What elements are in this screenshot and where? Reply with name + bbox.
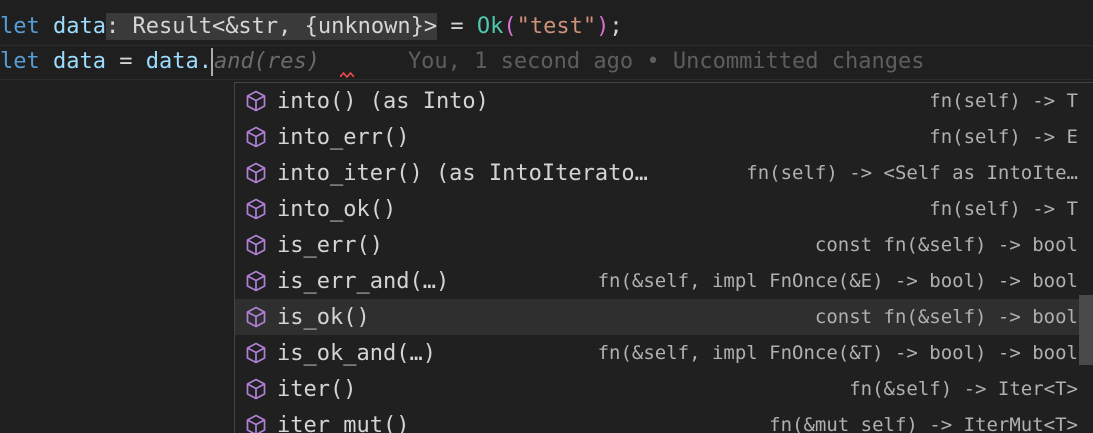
suggestion-signature: fn(self) -> T bbox=[913, 198, 1093, 220]
suggestion-item[interactable]: is_ok_and(…) fn(&self, impl FnOnce(&T) ->… bbox=[235, 335, 1093, 371]
suggestion-signature: fn(self) -> E bbox=[913, 126, 1093, 148]
assign-operator: = bbox=[437, 14, 477, 39]
suggestion-signature: const fn(&self) -> bool bbox=[799, 306, 1093, 328]
code-line-1[interactable]: let data: Result<&str, {unknown}> = Ok("… bbox=[0, 10, 623, 44]
method-cube-icon bbox=[243, 304, 269, 330]
suggestion-item[interactable]: into_ok() fn(self) -> T bbox=[235, 191, 1093, 227]
suggestion-label: is_ok_and(…) bbox=[277, 341, 436, 366]
keyword-let: let bbox=[0, 14, 40, 39]
suggestion-signature: fn(&mut self) -> IterMut<T> bbox=[753, 414, 1093, 433]
ok-constructor: Ok bbox=[477, 14, 504, 39]
method-cube-icon bbox=[243, 232, 269, 258]
assign-operator: = bbox=[106, 49, 146, 74]
method-cube-icon bbox=[243, 376, 269, 402]
suggestion-item[interactable]: into() (as Into) fn(self) -> T bbox=[235, 83, 1093, 119]
suggestion-label: iter() bbox=[277, 377, 356, 402]
suggestion-scrollbar[interactable] bbox=[1079, 295, 1093, 365]
suggestion-label: into_err() bbox=[277, 125, 409, 150]
autocomplete-suggestion-list[interactable]: into() (as Into)fn(self) -> Tinto_err()f… bbox=[234, 82, 1093, 433]
text-cursor bbox=[211, 48, 213, 76]
suggestion-label: into() (as Into) bbox=[277, 89, 489, 114]
suggestion-label: is_err_and(…) bbox=[277, 269, 449, 294]
suggestion-signature: const fn(&self) -> bool bbox=[799, 234, 1093, 256]
semicolon: ; bbox=[609, 14, 622, 39]
suggestion-item[interactable]: is_err_and(…) fn(&self, impl FnOnce(&E) -… bbox=[235, 263, 1093, 299]
suggestion-item[interactable]: into_iter() (as IntoIterato… fn(self) -> … bbox=[235, 155, 1093, 191]
suggestion-item[interactable]: is_ok() const fn(&self) -> bool bbox=[235, 299, 1093, 335]
code-line-2[interactable]: let data = data.and(res) You, 1 second ag… bbox=[0, 45, 925, 79]
suggestion-label: into_ok() bbox=[277, 197, 396, 222]
method-cube-icon bbox=[243, 340, 269, 366]
suggestion-label: iter_mut() bbox=[277, 413, 409, 433]
inline-ghost-suggestion: and(res) bbox=[214, 49, 320, 74]
suggestion-signature: fn(self) -> <Self as IntoIte… bbox=[730, 162, 1093, 184]
suggestion-signature: fn(self) -> T bbox=[913, 90, 1093, 112]
suggestion-item[interactable]: is_err() const fn(&self) -> bool bbox=[235, 227, 1093, 263]
suggestion-signature: fn(&self) -> Iter<T> bbox=[833, 378, 1093, 400]
method-cube-icon bbox=[243, 268, 269, 294]
suggestion-label: is_ok() bbox=[277, 305, 370, 330]
method-cube-icon bbox=[243, 412, 269, 433]
suggestion-item[interactable]: iter_mut() fn(&mut self) -> IterMut<T> bbox=[235, 407, 1093, 433]
member-access-expression: data. bbox=[146, 49, 212, 74]
paren-close: ) bbox=[596, 14, 609, 39]
error-squiggle bbox=[340, 72, 354, 78]
git-blame-annotation: You, 1 second ago • Uncommitted changes bbox=[408, 49, 925, 74]
method-cube-icon bbox=[243, 196, 269, 222]
suggestion-label: into_iter() (as IntoIterato… bbox=[277, 161, 648, 186]
suggestion-signature: fn(&self, impl FnOnce(&T) -> bool) -> bo… bbox=[582, 342, 1093, 364]
variable-data: data bbox=[53, 49, 106, 74]
type-inlay-hint: : Result<&str, {unknown}> bbox=[106, 13, 437, 40]
suggestion-signature: fn(&self, impl FnOnce(&E) -> bool) -> bo… bbox=[582, 270, 1093, 292]
method-cube-icon bbox=[243, 160, 269, 186]
paren-open: ( bbox=[503, 14, 516, 39]
string-literal: "test" bbox=[517, 14, 596, 39]
variable-data: data bbox=[53, 14, 106, 39]
suggestion-item[interactable]: into_err() fn(self) -> E bbox=[235, 119, 1093, 155]
suggestion-label: is_err() bbox=[277, 233, 383, 258]
suggestion-item[interactable]: iter() fn(&self) -> Iter<T> bbox=[235, 371, 1093, 407]
keyword-let: let bbox=[0, 49, 40, 74]
method-cube-icon bbox=[243, 88, 269, 114]
method-cube-icon bbox=[243, 124, 269, 150]
